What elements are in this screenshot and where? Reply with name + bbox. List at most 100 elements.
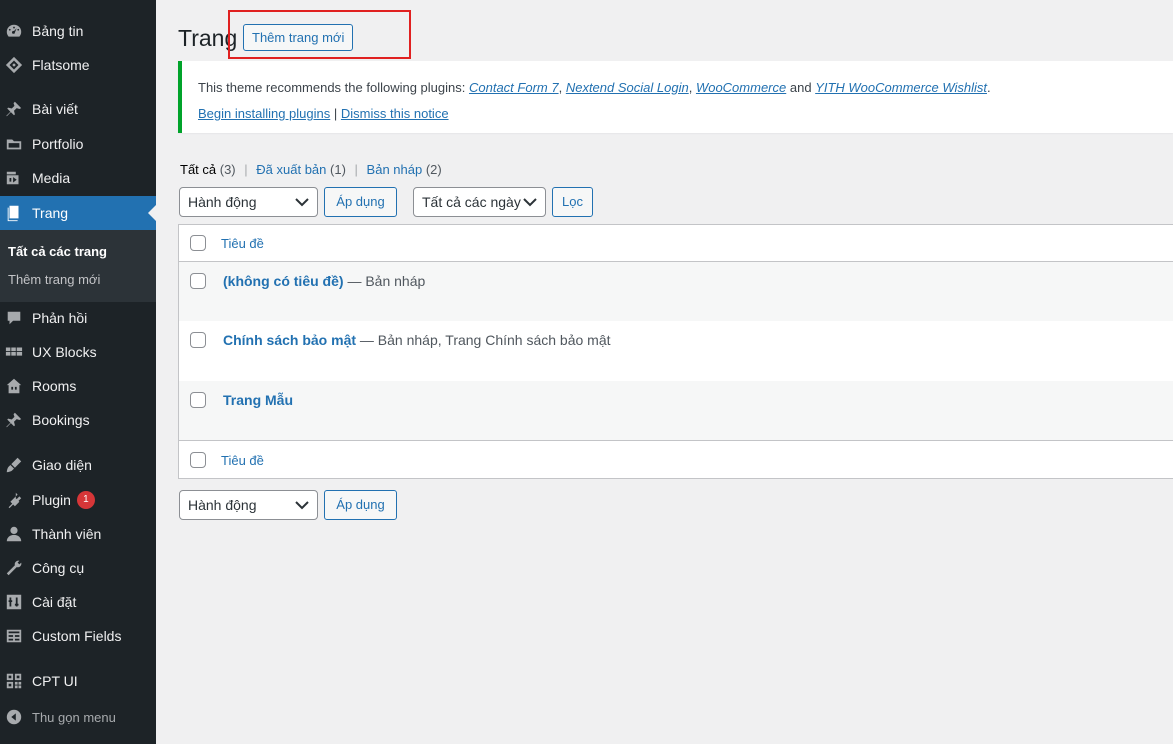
wrench-icon: [4, 558, 24, 578]
menu-item-settings[interactable]: Cài đặt: [0, 585, 156, 619]
dashboard-icon: [4, 21, 24, 41]
menu-item-dashboard[interactable]: Bảng tin: [0, 14, 156, 48]
pages-submenu: Tất cả các trang Thêm trang mới: [0, 230, 156, 302]
menu-item-portfolio[interactable]: Portfolio: [0, 127, 156, 161]
filter-button[interactable]: Lọc: [552, 187, 593, 217]
pin-icon: [4, 410, 24, 430]
notice-text: This theme recommends the following plug…: [198, 80, 991, 95]
row-title[interactable]: Trang Mẫu: [223, 392, 293, 408]
apply-button-bottom[interactable]: Áp dụng: [324, 490, 397, 520]
filter-published[interactable]: Đã xuất bản: [256, 162, 326, 177]
plugin-link-cf7[interactable]: Contact Form 7: [469, 80, 559, 95]
submenu-add-new-page[interactable]: Thêm trang mới: [8, 272, 100, 287]
filter-all[interactable]: Tất cả: [180, 162, 216, 177]
plugin-notice: This theme recommends the following plug…: [178, 61, 1173, 133]
grid-icon: [4, 671, 24, 691]
menu-item-rooms[interactable]: Rooms: [0, 369, 156, 403]
menu-item-comments[interactable]: Phản hồi: [0, 301, 156, 335]
pin-icon: [4, 99, 24, 119]
menu-label: Rooms: [32, 378, 77, 394]
building-icon: [4, 376, 24, 396]
notice-actions: Begin installing plugins | Dismiss this …: [198, 106, 449, 121]
menu-label: Bảng tin: [32, 23, 84, 39]
bulk-action-value: Hành động: [188, 194, 257, 210]
plugin-icon: [4, 490, 24, 510]
menu-label: UX Blocks: [32, 344, 97, 360]
filter-draft-count: (2): [425, 162, 442, 177]
notice-separator: ,: [688, 80, 693, 95]
media-icon: [4, 168, 24, 188]
menu-item-ux-blocks[interactable]: UX Blocks: [0, 335, 156, 369]
apply-button-top[interactable]: Áp dụng: [324, 187, 397, 217]
plugin-link-nextend[interactable]: Nextend Social Login: [566, 80, 689, 95]
menu-item-plugins[interactable]: Plugin 1: [0, 483, 156, 517]
plugin-link-woocommerce[interactable]: WooCommerce: [696, 80, 786, 95]
begin-installing-link[interactable]: Begin installing plugins: [198, 106, 330, 121]
filter-published-count: (1): [330, 162, 346, 177]
user-icon: [4, 524, 24, 544]
menu-label: Thành viên: [32, 526, 102, 542]
plugin-link-yith[interactable]: YITH WooCommerce Wishlist: [815, 80, 987, 95]
menu-item-users[interactable]: Thành viên: [0, 517, 156, 551]
notice-intro: This theme recommends the following plug…: [198, 80, 466, 95]
brush-icon: [4, 455, 24, 475]
date-filter-select[interactable]: Tất cả các ngày: [413, 187, 546, 217]
admin-sidebar: Bảng tin Flatsome Bài viết Portfolio Med…: [0, 0, 156, 744]
menu-item-pages[interactable]: Trang: [0, 196, 156, 230]
date-filter-value: Tất cả các ngày: [422, 194, 521, 210]
menu-label: Bài viết: [32, 101, 78, 117]
menu-item-appearance[interactable]: Giao diện: [0, 448, 156, 482]
menu-item-tools[interactable]: Công cụ: [0, 551, 156, 585]
bulk-action-select-top[interactable]: Hành động: [179, 187, 318, 217]
menu-label: Media: [32, 170, 71, 186]
menu-label: Công cụ: [32, 560, 85, 576]
row-state: — Bản nháp, Trang Chính sách bảo mật: [359, 332, 611, 348]
filter-separator: |: [354, 162, 358, 177]
select-all-checkbox[interactable]: [190, 235, 206, 251]
notice-end: .: [986, 80, 991, 95]
filter-separator: |: [244, 162, 248, 177]
submenu-all-pages[interactable]: Tất cả các trang: [8, 244, 107, 259]
chevron-down-icon: [295, 501, 309, 510]
row-title[interactable]: Chính sách bảo mật: [223, 332, 356, 348]
folder-icon: [4, 134, 24, 154]
status-filters: Tất cả (3) | Đã xuất bản (1) | Bản nháp …: [180, 162, 442, 177]
notice-pipe: |: [333, 106, 338, 121]
menu-label: Portfolio: [32, 136, 84, 152]
row-checkbox[interactable]: [190, 273, 206, 289]
menu-label: CPT UI: [32, 673, 78, 689]
menu-item-cpt-ui[interactable]: CPT UI: [0, 664, 156, 698]
menu-label: Trang: [32, 205, 69, 221]
filter-draft[interactable]: Bản nháp: [367, 162, 423, 177]
bulk-action-select-bottom[interactable]: Hành động: [179, 490, 318, 520]
table-icon: [4, 626, 24, 646]
menu-item-media[interactable]: Media: [0, 161, 156, 195]
row-checkbox[interactable]: [190, 332, 206, 348]
table-row: (không có tiêu đề) — Bản nháp: [179, 262, 1173, 321]
table-header: Tiêu đề: [179, 225, 1173, 262]
collapse-menu-button[interactable]: Thu gọn menu: [0, 700, 156, 734]
blocks-icon: [4, 342, 24, 362]
flatsome-icon: [4, 55, 24, 75]
menu-item-custom-fields[interactable]: Custom Fields: [0, 619, 156, 653]
dismiss-notice-link[interactable]: Dismiss this notice: [341, 106, 449, 121]
menu-item-bookings[interactable]: Bookings: [0, 403, 156, 437]
page-title-link[interactable]: Trang Mẫu: [223, 392, 293, 408]
page-title-link[interactable]: (không có tiêu đề) — Bản nháp: [223, 273, 425, 289]
collapse-label: Thu gọn menu: [32, 709, 116, 725]
menu-item-flatsome[interactable]: Flatsome: [0, 48, 156, 82]
menu-label: Bookings: [32, 412, 90, 428]
menu-label: Phản hồi: [32, 310, 88, 326]
row-checkbox[interactable]: [190, 392, 206, 408]
row-title[interactable]: (không có tiêu đề): [223, 273, 344, 289]
table-row: Chính sách bảo mật — Bản nháp, Trang Chí…: [179, 321, 1173, 381]
settings-icon: [4, 592, 24, 612]
menu-item-posts[interactable]: Bài viết: [0, 92, 156, 126]
collapse-icon: [4, 707, 24, 727]
select-all-checkbox-footer[interactable]: [190, 452, 206, 468]
column-title-footer[interactable]: Tiêu đề: [221, 453, 264, 468]
main-content: Trang Thêm trang mới This theme recommen…: [156, 0, 1173, 744]
page-title-link[interactable]: Chính sách bảo mật — Bản nháp, Trang Chí…: [223, 332, 611, 348]
menu-label: Plugin: [32, 492, 71, 508]
column-title-header[interactable]: Tiêu đề: [221, 236, 264, 251]
